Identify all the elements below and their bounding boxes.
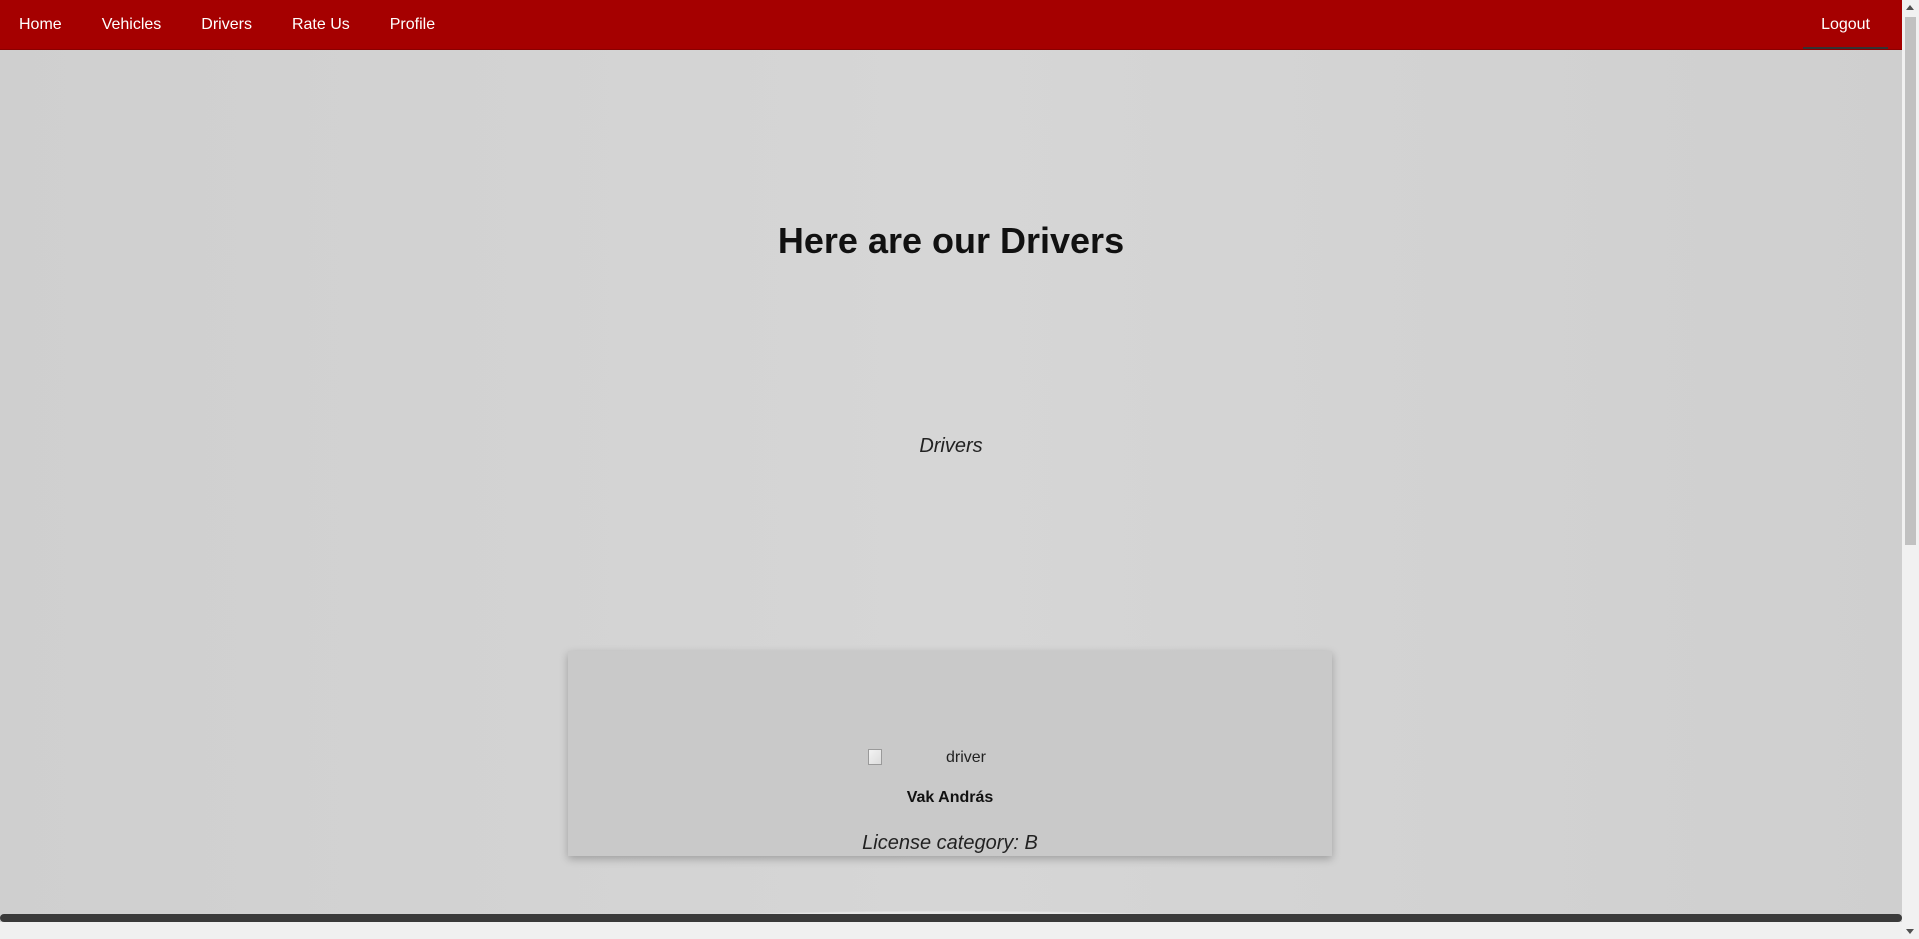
driver-card: driver Vak András License category: B: [568, 651, 1332, 856]
scrollbar-thumb[interactable]: [1905, 17, 1916, 545]
logout-button[interactable]: Logout: [1803, 0, 1888, 49]
nav-profile-link[interactable]: Profile: [370, 0, 455, 49]
driver-license-category: License category: B: [862, 832, 1038, 854]
nav-links: Home Vehicles Drivers Rate Us Profile: [0, 0, 455, 49]
driver-image: driver: [868, 747, 986, 769]
driver-image-alt-text: driver: [945, 749, 986, 766]
page-title: Here are our Drivers: [777, 220, 1125, 261]
section-subtitle: Drivers: [919, 435, 983, 457]
nav-home-link[interactable]: Home: [0, 0, 82, 49]
broken-image-icon: [868, 749, 882, 765]
vertical-scrollbar[interactable]: [1902, 0, 1919, 939]
scroll-up-arrow-icon[interactable]: [1906, 5, 1914, 10]
nav-vehicles-link[interactable]: Vehicles: [82, 0, 182, 49]
nav-rate-us-link[interactable]: Rate Us: [272, 0, 370, 49]
horizontal-scrollbar[interactable]: [0, 914, 1902, 922]
scroll-down-arrow-icon[interactable]: [1906, 929, 1914, 934]
bottom-strip: [0, 922, 1902, 939]
nav-drivers-link[interactable]: Drivers: [181, 0, 272, 49]
page-viewport: Home Vehicles Drivers Rate Us Profile Lo…: [0, 0, 1902, 939]
driver-name: Vak András: [906, 789, 994, 806]
top-navbar: Home Vehicles Drivers Rate Us Profile Lo…: [0, 0, 1902, 50]
